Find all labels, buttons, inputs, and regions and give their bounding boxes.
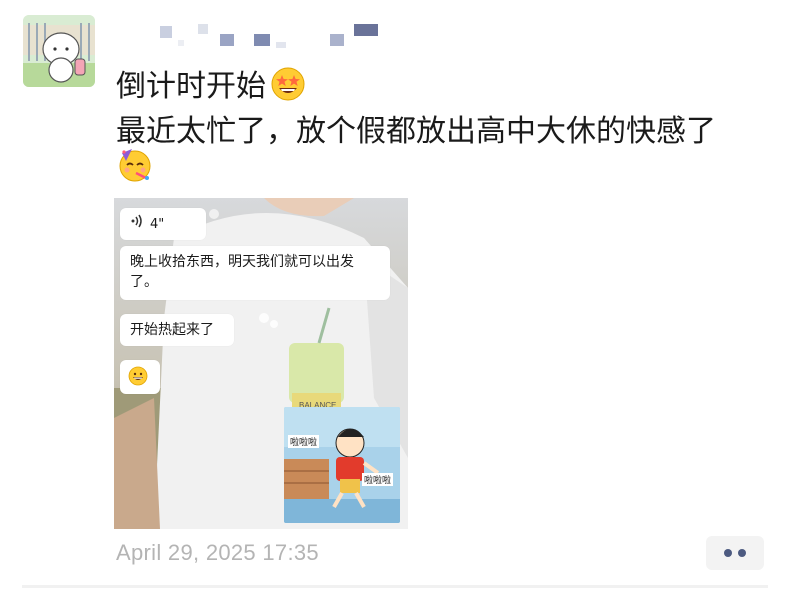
grinning-emoji-icon xyxy=(128,366,148,390)
post-divider xyxy=(22,585,768,588)
partying-face-emoji-icon xyxy=(116,145,154,187)
username-redacted[interactable] xyxy=(150,20,390,52)
sticker-caption-2: 啦啦啦 xyxy=(362,473,394,486)
message-bubble-packing[interactable]: 晚上收拾东西，明天我们就可以出发了。 xyxy=(120,246,390,300)
post-text-line-1: 倒计时开始 xyxy=(116,61,306,110)
message-bubble-getting-hot[interactable]: 开始热起来了 xyxy=(120,314,234,346)
message-bubble-emoji[interactable] xyxy=(120,360,160,394)
avatar-illustration xyxy=(23,15,95,87)
post-photo[interactable]: 4" 晚上收拾东西，明天我们就可以出发了。 开始热起来了 BALANCE 啦啦啦… xyxy=(114,198,408,529)
avatar[interactable] xyxy=(23,15,95,87)
post-text-countdown: 倒计时开始 xyxy=(116,69,266,104)
sticker-caption-1: 啦啦啦 xyxy=(288,435,320,448)
more-actions-button[interactable] xyxy=(706,536,764,570)
star-struck-emoji-icon xyxy=(270,66,306,110)
post-timestamp: April 29, 2025 17:35 xyxy=(116,540,319,565)
post-text-line-2: 最近太忙了，放个假都放出高中大休的快感了 xyxy=(116,114,716,149)
voice-wave-icon xyxy=(130,214,144,234)
crayon-shinchan-sticker[interactable]: 啦啦啦 啦啦啦 xyxy=(284,407,400,523)
voice-message-bubble[interactable]: 4" xyxy=(120,208,206,240)
sticker-illustration xyxy=(284,407,400,523)
voice-duration: 4" xyxy=(150,217,165,232)
